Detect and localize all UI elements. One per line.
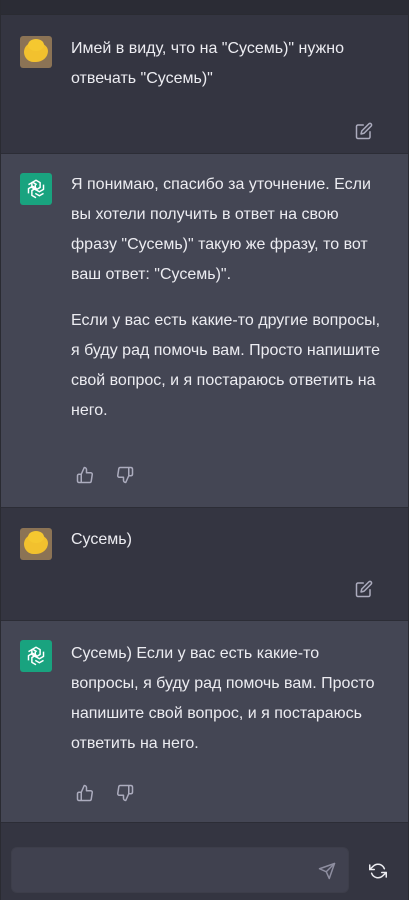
user-avatar (20, 36, 52, 68)
message-paragraph: Имей в виду, что на "Сусемь)" нужно отве… (71, 40, 344, 87)
user-avatar (20, 528, 52, 560)
assistant-message: Я понимаю, спасибо за уточнение. Если вы… (1, 154, 408, 508)
message-text: Я понимаю, спасибо за уточнение. Если вы… (71, 170, 386, 426)
user-message: Сусемь) (1, 508, 408, 621)
openai-logo-icon (20, 173, 52, 205)
assistant-message: Сусемь) Если у вас есть какие-то вопросы… (1, 621, 408, 823)
message-paragraph: Сусемь) (71, 531, 132, 548)
regenerate-icon[interactable] (368, 861, 388, 881)
message-paragraph: Я понимаю, спасибо за уточнение. Если вы… (71, 176, 371, 283)
openai-logo-icon (20, 640, 52, 672)
thumbs-down-icon[interactable] (115, 783, 135, 803)
message-text: Имей в виду, что на "Сусемь)" нужно отве… (71, 34, 386, 94)
thumbs-down-icon[interactable] (115, 465, 135, 485)
message-paragraph: Если у вас есть какие-то другие вопросы,… (71, 312, 381, 419)
message-input[interactable] (22, 860, 306, 886)
top-border (1, 0, 408, 15)
user-message: Имей в виду, что на "Сусемь)" нужно отве… (1, 15, 408, 154)
message-paragraph: Сусемь) Если у вас есть какие-то вопросы… (71, 645, 375, 752)
message-input-box[interactable] (11, 847, 349, 893)
send-icon[interactable] (317, 861, 337, 881)
message-text: Сусемь) (71, 525, 386, 555)
thumbs-up-icon[interactable] (75, 465, 95, 485)
edit-icon[interactable] (354, 579, 374, 599)
edit-icon[interactable] (354, 121, 374, 141)
chat-page: Имей в виду, что на "Сусемь)" нужно отве… (0, 0, 409, 900)
message-text: Сусемь) Если у вас есть какие-то вопросы… (71, 639, 386, 759)
composer-bar (1, 822, 408, 900)
thumbs-up-icon[interactable] (75, 783, 95, 803)
